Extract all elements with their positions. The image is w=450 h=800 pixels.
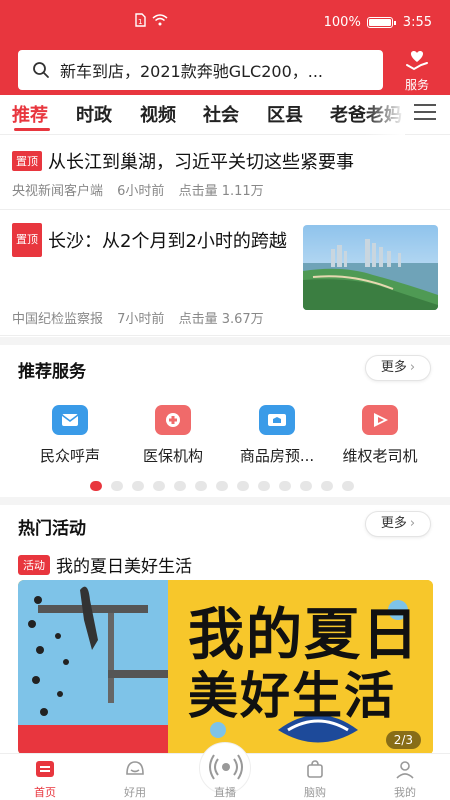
medical-plus-icon (155, 405, 191, 435)
service-label: 维权老司机 (342, 447, 418, 465)
status-bar: 1 100% 3:55 (0, 0, 450, 46)
nav-shopping[interactable]: 脑购 (285, 758, 345, 800)
pinned-badge: 置顶 (12, 151, 42, 171)
news-item[interactable]: 置顶 长沙：从2个月到2小时的跨越 中国纪检监察报 7小时前 点击量 3.67万 (0, 211, 450, 336)
news-clicks: 点击量 1.11万 (178, 184, 264, 199)
news-source: 中国纪检监察报 (12, 312, 104, 327)
activity-section-title: 热门活动 (18, 519, 86, 539)
house-card-icon (259, 405, 295, 435)
pager-dot (321, 481, 333, 491)
service-item-medical[interactable]: 医保机构 (118, 400, 228, 466)
service-label: 商品房预... (239, 447, 315, 465)
pager-dot (279, 481, 291, 491)
home-icon (34, 758, 56, 780)
sim-icon: 1 (135, 13, 146, 27)
pager-dot (90, 481, 102, 491)
nav-mine[interactable]: 我的 (375, 758, 435, 800)
activity-more-button[interactable]: 更多 › (365, 511, 431, 537)
activity-item[interactable]: 活动 我的夏日美好生活 (18, 552, 192, 577)
tab-society[interactable]: 社会 (203, 101, 239, 127)
more-label: 更多 (380, 516, 407, 531)
activity-badge: 活动 (18, 554, 50, 575)
service-item-house[interactable]: 商品房预... (222, 400, 332, 466)
activity-banner[interactable]: 我的夏日 美好生活 2/3 (18, 580, 433, 755)
svg-text:1: 1 (138, 18, 142, 26)
pager-dot (258, 481, 270, 491)
tab-fade (365, 95, 405, 135)
news-thumbnail (303, 225, 438, 310)
more-label: 更多 (380, 360, 407, 375)
clock: 3:55 (402, 15, 432, 30)
nav-label: 直播 (214, 786, 236, 799)
service-label: 服务 (404, 78, 429, 92)
active-tab-indicator (14, 128, 50, 131)
play-flag-icon (362, 405, 398, 435)
news-headline: 长沙：从2个月到2小时的跨越 (48, 231, 287, 252)
service-label: 医保机构 (142, 447, 203, 465)
service-item-public-voice[interactable]: 民众呼声 (15, 400, 125, 466)
pager-dot (300, 481, 312, 491)
news-clicks: 点击量 3.67万 (178, 312, 264, 327)
service-button[interactable]: 服务 (394, 46, 440, 92)
tab-district[interactable]: 区县 (267, 101, 303, 127)
helmet-icon (124, 758, 146, 780)
battery-icon (366, 17, 396, 28)
services-grid: 民众呼声 医保机构 商品房预... 维权老司机 (0, 400, 450, 470)
channel-menu-icon[interactable] (414, 104, 436, 124)
activity-title: 我的夏日美好生活 (56, 557, 192, 577)
nav-live[interactable]: 直播 (195, 784, 255, 800)
news-time: 6小时前 (117, 184, 165, 199)
nav-useful[interactable]: 好用 (105, 758, 165, 800)
service-label: 民众呼声 (39, 447, 100, 465)
tab-recommend[interactable]: 推荐 (12, 101, 48, 127)
nav-label: 好用 (124, 786, 146, 799)
wifi-icon (152, 14, 168, 26)
services-section-title: 推荐服务 (18, 362, 86, 382)
pager-dot (342, 481, 354, 491)
news-headline: 从长江到巢湖，习近平关切这些紧要事 (48, 152, 354, 173)
status-icons-left: 1 (134, 13, 168, 27)
pager-dot (111, 481, 123, 491)
news-item[interactable]: 置顶 从长江到巢湖，习近平关切这些紧要事 央视新闻客户端 6小时前 点击量 1.1… (0, 140, 450, 210)
user-icon (394, 758, 416, 780)
search-icon (33, 62, 49, 78)
tab-video[interactable]: 视频 (140, 101, 176, 127)
bag-icon (304, 758, 326, 780)
nav-label: 我的 (394, 786, 416, 799)
mail-icon (52, 405, 88, 435)
search-placeholder: 新车到店，2021款奔驰GLC200，... (60, 62, 324, 81)
pager-dot (237, 481, 249, 491)
services-pager (90, 481, 354, 491)
news-title: 置顶 从长江到巢湖，习近平关切这些紧要事 (12, 148, 354, 174)
banner-pager: 2/3 (385, 731, 421, 749)
banner-title-line2: 美好生活 (188, 666, 396, 725)
news-time: 7小时前 (117, 312, 165, 327)
nav-label: 首页 (34, 786, 56, 799)
nav-home[interactable]: 首页 (15, 758, 75, 800)
news-meta: 央视新闻客户端 6小时前 点击量 1.11万 (12, 180, 274, 199)
chevron-right-icon: › (409, 516, 416, 531)
services-more-button[interactable]: 更多 › (365, 355, 431, 381)
pinned-badge: 置顶 (12, 223, 42, 257)
service-item-rights[interactable]: 维权老司机 (325, 400, 435, 466)
status-icons-right: 100% 3:55 (324, 15, 432, 30)
news-meta: 中国纪检监察报 7小时前 点击量 3.67万 (12, 308, 274, 327)
search-input[interactable]: 新车到店，2021款奔驰GLC200，... (18, 50, 383, 90)
pager-dot (174, 481, 186, 491)
pager-dot (195, 481, 207, 491)
section-divider (0, 337, 450, 345)
channel-tabs: 推荐 时政 视频 社会 区县 老爸老妈 (0, 95, 450, 135)
tab-politics[interactable]: 时政 (76, 101, 112, 127)
nav-label: 脑购 (304, 786, 326, 799)
pager-dot (153, 481, 165, 491)
heart-hand-icon (406, 51, 428, 71)
pager-dot (216, 481, 228, 491)
chevron-right-icon: › (409, 360, 416, 375)
news-source: 央视新闻客户端 (12, 184, 104, 199)
battery-percent: 100% (323, 15, 361, 30)
news-title: 置顶 长沙：从2个月到2小时的跨越 (12, 223, 292, 259)
section-divider (0, 497, 450, 505)
pager-dot (132, 481, 144, 491)
bottom-nav: 首页 好用 直播 脑购 我的 (0, 742, 450, 800)
